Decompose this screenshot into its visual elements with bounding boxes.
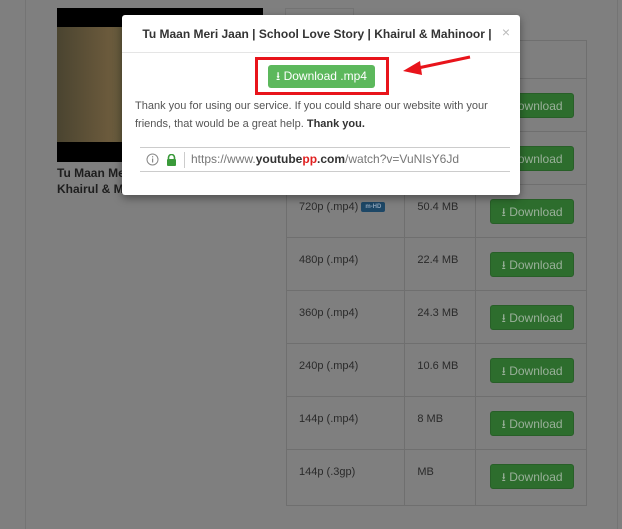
red-arrow-annotation <box>403 55 471 75</box>
